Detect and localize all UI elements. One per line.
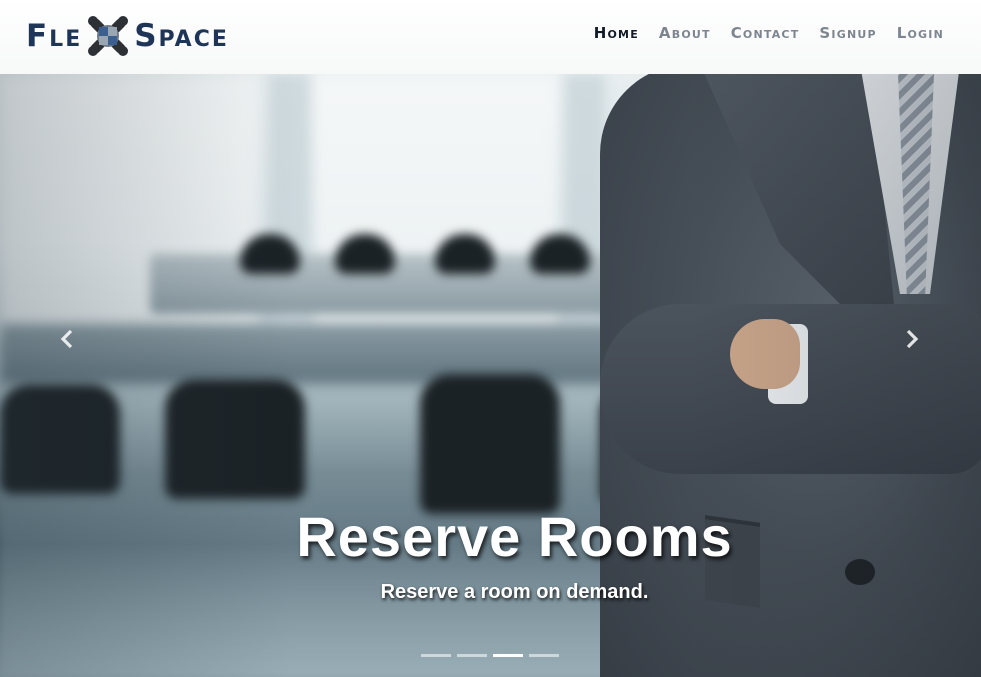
carousel-caption-title: Reserve Rooms: [296, 505, 733, 568]
chevron-left-icon: [60, 329, 73, 349]
nav-login-link[interactable]: Login: [897, 24, 944, 42]
carousel-indicator[interactable]: [457, 654, 487, 657]
carousel-next-button[interactable]: [897, 324, 927, 354]
brand-text-part2: Space: [134, 17, 229, 54]
page: Fle Space Home About Contact Signup Logi…: [0, 0, 981, 677]
main-nav: Home About Contact Signup Login: [594, 24, 944, 42]
navbar: Fle Space Home About Contact Signup Logi…: [0, 0, 981, 74]
brand-logo[interactable]: Fle Space: [26, 12, 229, 60]
carousel-indicator[interactable]: [421, 654, 451, 657]
carousel-caption-subtitle: Reserve a room on demand.: [380, 581, 649, 603]
nav-about-link[interactable]: About: [659, 24, 711, 42]
chevron-right-icon: [906, 329, 919, 349]
carousel-indicator-active[interactable]: [493, 654, 523, 657]
puzzle-x-icon: [88, 16, 129, 56]
nav-home-link[interactable]: Home: [594, 24, 639, 42]
nav-signup-link[interactable]: Signup: [819, 24, 876, 42]
carousel-indicators: [421, 654, 559, 657]
carousel-indicator[interactable]: [529, 654, 559, 657]
hero-carousel: Reserve Rooms Reserve a room on demand.: [0, 74, 981, 677]
brand-text-part1: Fle: [26, 17, 83, 54]
carousel-prev-button[interactable]: [52, 324, 82, 354]
nav-contact-link[interactable]: Contact: [731, 24, 800, 42]
